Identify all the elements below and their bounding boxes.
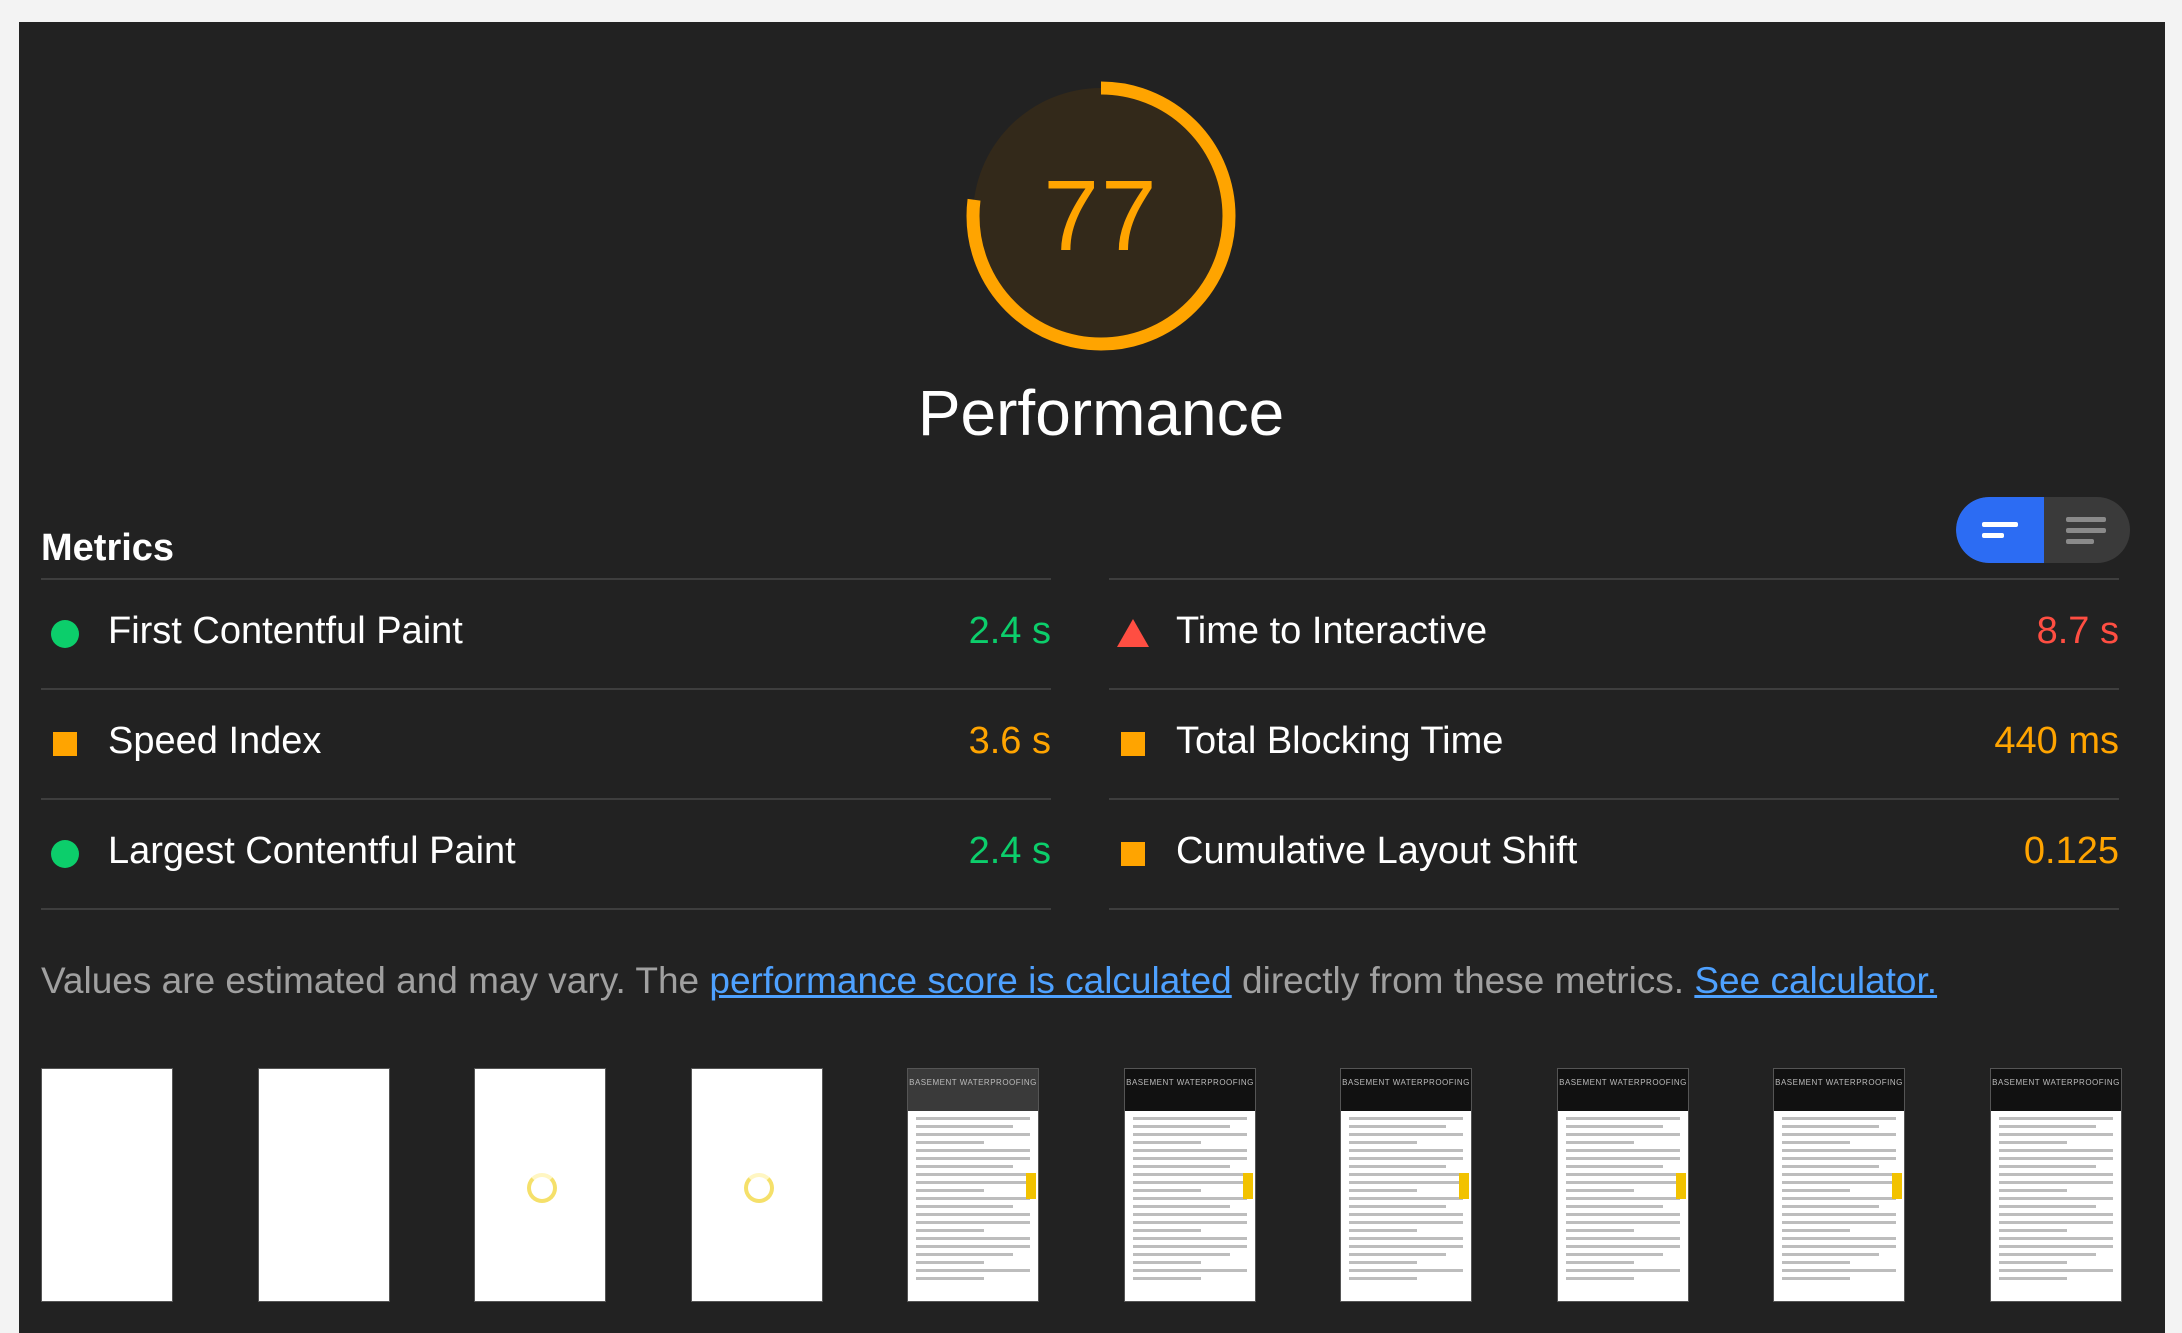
performance-panel: 77 Performance Metrics First Contentful … — [19, 22, 2165, 1333]
see-calculator-link[interactable]: See calculator. — [1694, 960, 1937, 1001]
metric-label: Cumulative Layout Shift — [1176, 830, 1578, 872]
frame-site-header: BASEMENT WATERPROOFING — [1558, 1069, 1688, 1111]
category-title: Performance — [917, 377, 1285, 449]
frame-text-lines — [1991, 1111, 2121, 1291]
frame-side-tab — [1676, 1173, 1686, 1199]
frame-site-header: BASEMENT WATERPROOFING — [1774, 1069, 1904, 1111]
metric-row: Largest Contentful Paint 2.4 s — [41, 798, 1051, 910]
filmstrip-frame: BASEMENT WATERPROOFING — [1340, 1068, 1472, 1302]
metric-label: Total Blocking Time — [1176, 720, 1504, 762]
metric-row: Speed Index 3.6 s — [41, 688, 1051, 798]
metric-value: 0.125 — [2023, 830, 2119, 872]
metric-label: Speed Index — [108, 720, 322, 762]
metric-value: 2.4 s — [968, 830, 1051, 872]
filmstrip-frame — [258, 1068, 390, 1302]
frame-side-tab — [1243, 1173, 1253, 1199]
score-calculated-link[interactable]: performance score is calculated — [709, 960, 1231, 1001]
frame-site-header: BASEMENT WATERPROOFING — [908, 1069, 1038, 1111]
metric-row: Total Blocking Time 440 ms — [1109, 688, 2119, 798]
frame-side-tab — [1459, 1173, 1469, 1199]
list-view-button[interactable] — [2044, 497, 2130, 563]
metrics-column-left: First Contentful Paint 2.4 s Speed Index… — [41, 578, 1051, 910]
metric-value: 3.6 s — [968, 720, 1051, 762]
metrics-column-right: Time to Interactive 8.7 s Total Blocking… — [1109, 578, 2119, 910]
metric-row: First Contentful Paint 2.4 s — [41, 578, 1051, 688]
frame-text-lines — [1341, 1111, 1471, 1291]
metric-row: Time to Interactive 8.7 s — [1109, 578, 2119, 688]
filmstrip: BASEMENT WATERPROOFING BASEMENT WATERPROO… — [41, 1068, 2151, 1308]
metric-value: 8.7 s — [2036, 610, 2119, 652]
summary-view-button[interactable] — [1956, 497, 2044, 563]
metrics-disclaimer: Values are estimated and may vary. The p… — [41, 960, 2141, 1002]
frame-text-lines — [1125, 1111, 1255, 1291]
loading-spinner-icon — [527, 1173, 557, 1203]
gauge-score: 77 — [1043, 159, 1159, 272]
orange-square-icon — [53, 732, 77, 756]
filmstrip-frame: BASEMENT WATERPROOFING — [1990, 1068, 2122, 1302]
orange-square-icon — [1121, 842, 1145, 866]
frame-site-header: BASEMENT WATERPROOFING — [1341, 1069, 1471, 1111]
performance-gauge: 77 — [951, 66, 1251, 366]
green-circle-icon — [51, 620, 79, 648]
metric-label: Largest Contentful Paint — [108, 830, 516, 872]
green-circle-icon — [51, 840, 79, 868]
metric-value: 2.4 s — [968, 610, 1051, 652]
filmstrip-frame: BASEMENT WATERPROOFING — [907, 1068, 1039, 1302]
frame-site-header: BASEMENT WATERPROOFING — [1125, 1069, 1255, 1111]
frame-side-tab — [1892, 1173, 1902, 1199]
filmstrip-frame: BASEMENT WATERPROOFING — [1773, 1068, 1905, 1302]
frame-site-header: BASEMENT WATERPROOFING — [1991, 1069, 2121, 1111]
filmstrip-frame: BASEMENT WATERPROOFING — [1557, 1068, 1689, 1302]
filmstrip-frame — [474, 1068, 606, 1302]
frame-text-lines — [1774, 1111, 1904, 1291]
orange-square-icon — [1121, 732, 1145, 756]
frame-text-lines — [908, 1111, 1038, 1291]
note-prefix: Values are estimated and may vary. The — [41, 960, 710, 1001]
frame-text-lines — [1558, 1111, 1688, 1291]
loading-spinner-icon — [744, 1173, 774, 1203]
metric-label: First Contentful Paint — [108, 610, 463, 652]
filmstrip-frame — [691, 1068, 823, 1302]
metrics-view-toggle[interactable] — [1956, 497, 2130, 563]
metric-row: Cumulative Layout Shift 0.125 — [1109, 798, 2119, 910]
metric-label: Time to Interactive — [1176, 610, 1488, 652]
red-triangle-icon — [1117, 619, 1149, 647]
filmstrip-frame — [41, 1068, 173, 1302]
note-middle: directly from these metrics. — [1231, 960, 1695, 1001]
metric-value: 440 ms — [1994, 720, 2119, 762]
filmstrip-frame: BASEMENT WATERPROOFING — [1124, 1068, 1256, 1302]
metrics-heading: Metrics — [41, 527, 175, 569]
frame-side-tab — [1026, 1173, 1036, 1199]
